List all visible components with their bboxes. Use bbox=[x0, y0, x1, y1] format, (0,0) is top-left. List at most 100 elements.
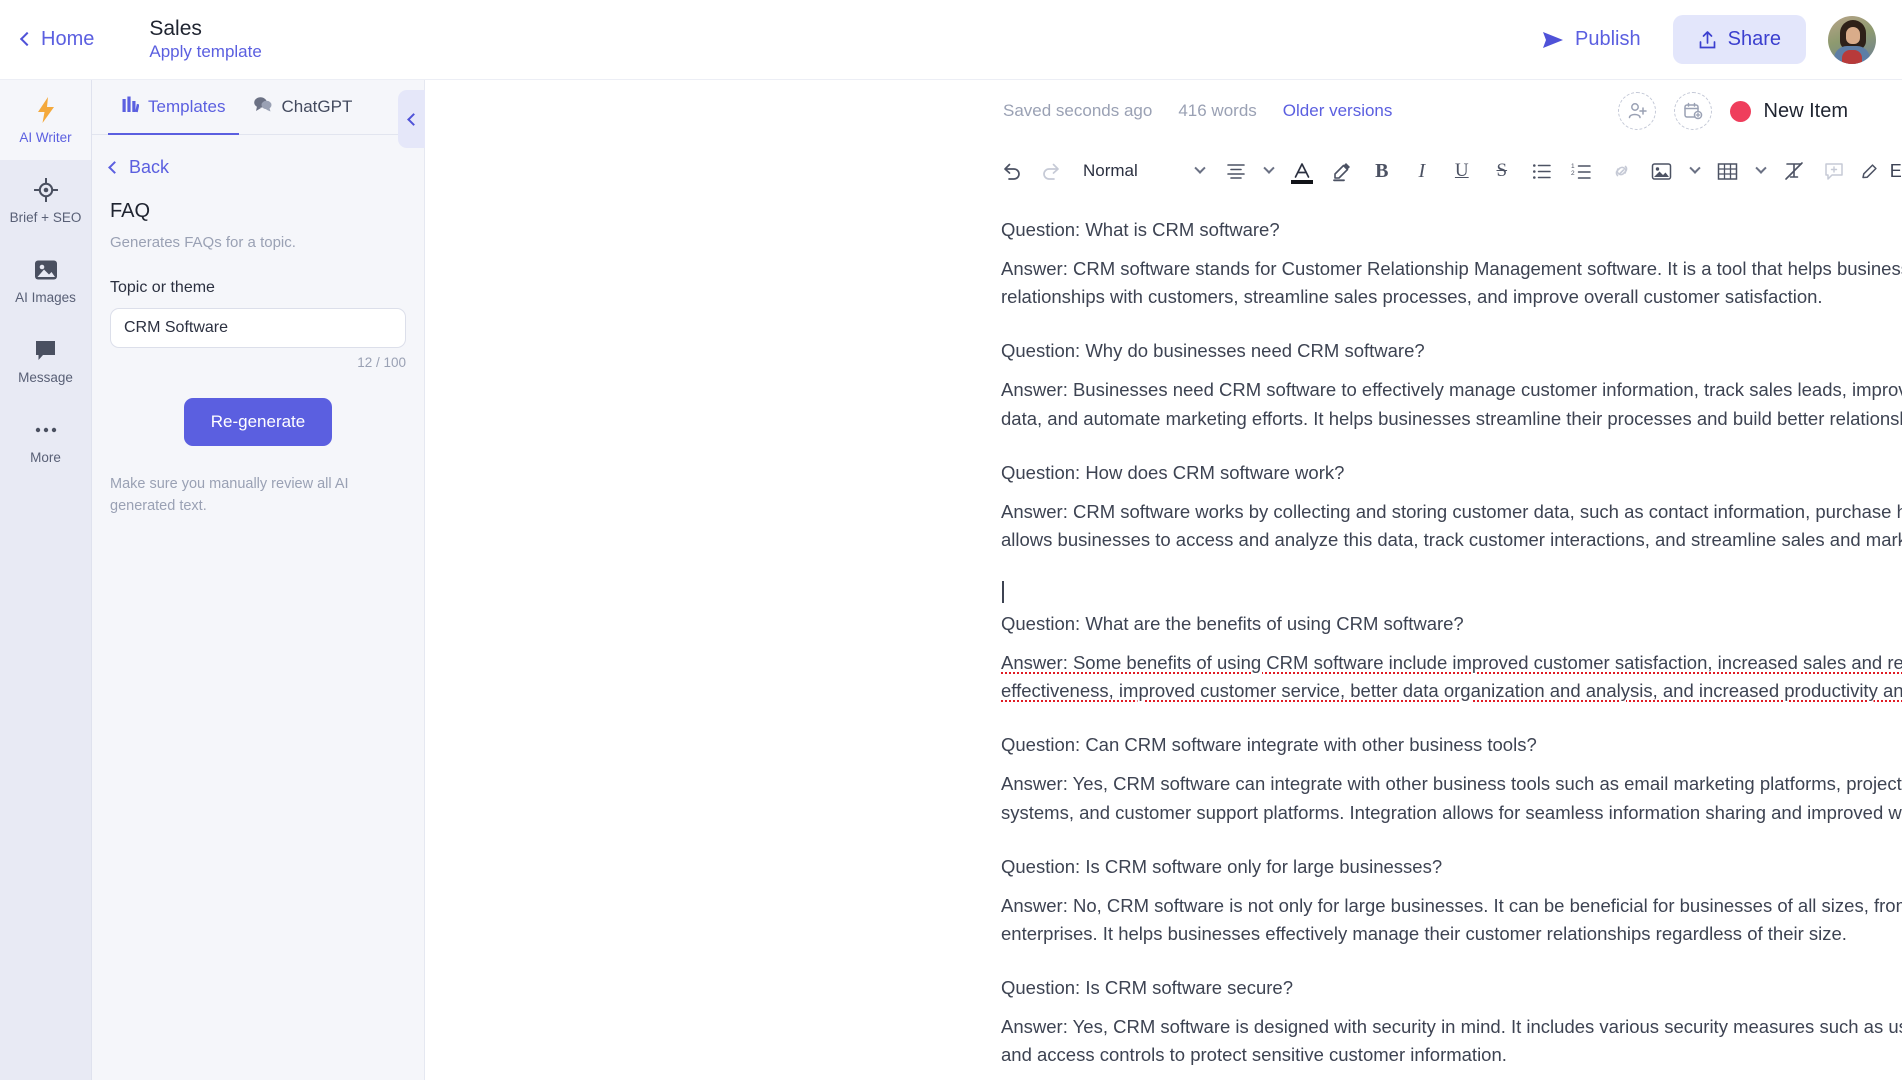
home-back-link[interactable]: Home bbox=[19, 28, 95, 51]
tab-templates[interactable]: Templates bbox=[108, 80, 240, 135]
undo-button[interactable] bbox=[991, 151, 1031, 191]
faq-answer-flagged[interactable]: Answer: Some benefits of using CRM softw… bbox=[1001, 649, 1902, 705]
sidebar-item-label: AI Writer bbox=[19, 130, 72, 145]
sidebar-item-ai-writer[interactable]: AI Writer bbox=[0, 80, 91, 160]
underline-button[interactable]: U bbox=[1442, 151, 1482, 191]
text-caret bbox=[1001, 580, 1902, 606]
collapse-panel-button[interactable] bbox=[398, 90, 425, 148]
topic-input[interactable] bbox=[110, 308, 406, 348]
faq-question[interactable]: Question: How does CRM software work? bbox=[1001, 459, 1902, 487]
bold-button[interactable]: B bbox=[1362, 151, 1402, 191]
insert-image-button[interactable] bbox=[1642, 151, 1682, 191]
add-person-button[interactable] bbox=[1617, 92, 1656, 130]
faq-block[interactable]: Question: What are the benefits of using… bbox=[1001, 610, 1902, 705]
sidebar-item-message[interactable]: Message bbox=[0, 320, 91, 400]
editor-meta-right: New Item bbox=[1617, 92, 1848, 130]
underline-icon: U bbox=[1454, 160, 1469, 181]
editor-meta-bar: Saved seconds ago 416 words Older versio… bbox=[425, 80, 1902, 142]
svg-text:1: 1 bbox=[1571, 163, 1575, 170]
tab-chatgpt[interactable]: ChatGPT bbox=[239, 80, 366, 135]
highlight-button[interactable] bbox=[1322, 151, 1362, 191]
document-scroll[interactable]: Question: What is CRM software? Answer: C… bbox=[425, 200, 1902, 1080]
target-icon bbox=[33, 177, 58, 203]
image-icon bbox=[34, 257, 58, 283]
image-dropdown[interactable] bbox=[1682, 151, 1708, 191]
faq-question[interactable]: Question: What are the benefits of using… bbox=[1001, 610, 1902, 638]
table-dropdown[interactable] bbox=[1748, 151, 1774, 191]
avatar[interactable] bbox=[1828, 15, 1876, 64]
faq-block[interactable]: Question: Why do businesses need CRM sof… bbox=[1001, 337, 1902, 432]
apply-template-link[interactable]: Apply template bbox=[149, 43, 261, 62]
faq-block[interactable]: Question: How does CRM software work? Ans… bbox=[1001, 459, 1902, 554]
template-panel: Templates ChatGPT Back FAQ Generates FAQ… bbox=[92, 80, 425, 1080]
lightning-icon bbox=[36, 97, 56, 123]
faq-question[interactable]: Question: What is CRM software? bbox=[1001, 216, 1902, 244]
sidebar-item-more[interactable]: More bbox=[0, 400, 91, 480]
avatar-scarf bbox=[1842, 49, 1862, 64]
bullet-list-button[interactable] bbox=[1522, 151, 1562, 191]
top-bar-actions: Publish Share bbox=[1532, 15, 1876, 64]
app-root: Home Sales Apply template Publish Share bbox=[0, 0, 1902, 1080]
align-button[interactable] bbox=[1216, 151, 1256, 191]
faq-answer[interactable]: Answer: Yes, CRM software is designed wi… bbox=[1001, 1013, 1902, 1069]
italic-button[interactable]: I bbox=[1402, 151, 1442, 191]
faq-question[interactable]: Question: Why do businesses need CRM sof… bbox=[1001, 337, 1902, 365]
sidebar-item-ai-images[interactable]: AI Images bbox=[0, 240, 91, 320]
back-button[interactable]: Back bbox=[108, 157, 406, 178]
undo-icon bbox=[1003, 163, 1020, 180]
clear-format-icon bbox=[1785, 162, 1804, 180]
font-color-swatch bbox=[1290, 180, 1313, 184]
faq-answer[interactable]: Answer: Businesses need CRM software to … bbox=[1001, 376, 1902, 432]
add-comment-button[interactable] bbox=[1814, 151, 1854, 191]
panel-body: Back FAQ Generates FAQs for a topic. Top… bbox=[92, 135, 424, 518]
status-badge[interactable]: New Item bbox=[1729, 100, 1848, 123]
chevron-left-icon bbox=[406, 112, 420, 126]
redo-button[interactable] bbox=[1031, 151, 1071, 191]
sidebar-item-brief-seo[interactable]: Brief + SEO bbox=[0, 160, 91, 240]
faq-answer[interactable]: Answer: CRM software stands for Customer… bbox=[1001, 255, 1902, 311]
strikethrough-icon: S bbox=[1496, 160, 1508, 181]
font-color-button[interactable] bbox=[1282, 151, 1322, 191]
faq-answer[interactable]: Answer: No, CRM software is not only for… bbox=[1001, 892, 1902, 948]
home-label: Home bbox=[41, 28, 95, 50]
regenerate-row: Re-generate bbox=[110, 398, 406, 446]
body-row: AI Writer Brief + SEO AI Images Message … bbox=[0, 80, 1902, 1080]
faq-block[interactable]: Question: Is CRM software secure? Answer:… bbox=[1001, 974, 1902, 1069]
strikethrough-button[interactable]: S bbox=[1482, 151, 1522, 191]
ellipsis-icon bbox=[34, 417, 58, 443]
topic-field-label: Topic or theme bbox=[110, 279, 215, 296]
document-content[interactable]: Question: What is CRM software? Answer: C… bbox=[1001, 216, 1902, 1069]
publish-button[interactable]: Publish bbox=[1532, 22, 1651, 57]
older-versions-link[interactable]: Older versions bbox=[1283, 101, 1393, 121]
faq-answer[interactable]: Answer: CRM software works by collecting… bbox=[1001, 498, 1902, 554]
numbered-list-button[interactable]: 1 2 bbox=[1562, 151, 1602, 191]
paragraph-style-select[interactable]: Normal bbox=[1071, 151, 1214, 191]
clear-formatting-button[interactable] bbox=[1774, 151, 1814, 191]
share-button[interactable]: Share bbox=[1672, 15, 1806, 64]
faq-block[interactable]: Question: Can CRM software integrate wit… bbox=[1001, 731, 1902, 826]
editing-mode-label: Editing bbox=[1889, 160, 1902, 181]
editor-toolbar: Normal B I U S 1 2 E bbox=[425, 142, 1902, 200]
bullet-list-icon bbox=[1532, 163, 1551, 179]
table-icon bbox=[1718, 162, 1738, 180]
faq-block[interactable]: Question: What is CRM software? Answer: C… bbox=[1001, 216, 1902, 311]
image-icon bbox=[1652, 162, 1672, 180]
align-dropdown[interactable] bbox=[1256, 151, 1282, 191]
editor-area: Saved seconds ago 416 words Older versio… bbox=[425, 80, 1902, 1080]
faq-question[interactable]: Question: Can CRM software integrate wit… bbox=[1001, 731, 1902, 759]
faq-answer[interactable]: Answer: Yes, CRM software can integrate … bbox=[1001, 770, 1902, 826]
editing-mode-button[interactable]: Editing bbox=[1854, 161, 1902, 182]
comment-icon bbox=[1825, 162, 1843, 180]
faq-block[interactable]: Question: Is CRM software only for large… bbox=[1001, 853, 1902, 948]
regenerate-button[interactable]: Re-generate bbox=[183, 398, 333, 446]
schedule-button[interactable] bbox=[1673, 92, 1712, 130]
highlighter-icon bbox=[1332, 163, 1350, 182]
sidebar-item-label: AI Images bbox=[15, 290, 76, 305]
insert-table-button[interactable] bbox=[1708, 151, 1748, 191]
redo-icon bbox=[1042, 163, 1059, 180]
top-bar: Home Sales Apply template Publish Share bbox=[0, 0, 1902, 80]
faq-question[interactable]: Question: Is CRM software secure? bbox=[1001, 974, 1902, 1002]
chevron-down-icon bbox=[1194, 162, 1206, 174]
faq-question[interactable]: Question: Is CRM software only for large… bbox=[1001, 853, 1902, 881]
link-button[interactable] bbox=[1602, 151, 1642, 191]
